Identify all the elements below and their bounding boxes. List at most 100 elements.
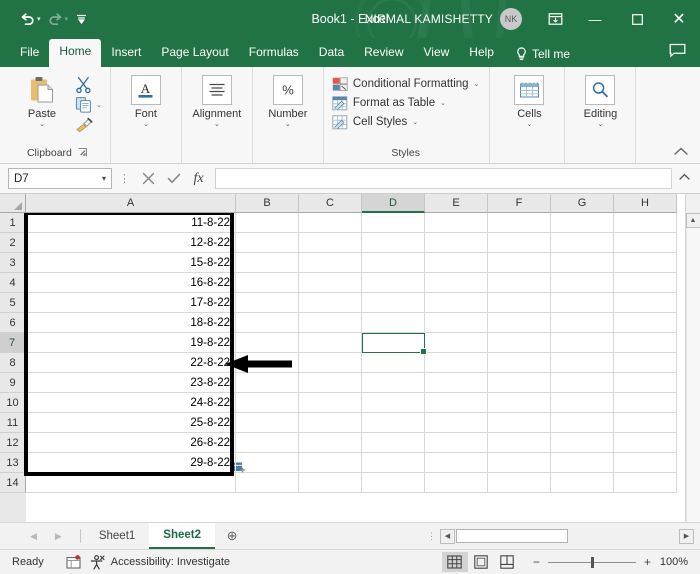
cell-e3[interactable]	[425, 253, 488, 273]
cell-g9[interactable]	[551, 373, 614, 393]
conditional-formatting-caret-icon[interactable]: ⌄	[474, 80, 480, 88]
cell-e12[interactable]	[425, 433, 488, 453]
cell-f4[interactable]	[488, 273, 551, 293]
cut-button[interactable]	[74, 75, 93, 94]
paste-caret-icon[interactable]: ⌄	[39, 121, 45, 128]
enter-formula-button[interactable]	[161, 168, 186, 190]
number-caret-icon[interactable]: ⌄	[285, 121, 291, 128]
cell-h8[interactable]	[614, 353, 677, 373]
alignment-group-button[interactable]: Alignment ⌄	[188, 71, 246, 128]
cell-c3[interactable]	[299, 253, 362, 273]
row-header[interactable]: 5	[0, 293, 26, 313]
cell-c12[interactable]	[299, 433, 362, 453]
cancel-formula-button[interactable]	[136, 168, 161, 190]
row-header-selected[interactable]: 7	[0, 333, 26, 353]
copy-caret-icon[interactable]: ⌄	[96, 101, 102, 109]
cell-e4[interactable]	[425, 273, 488, 293]
cell-c4[interactable]	[299, 273, 362, 293]
cell-e2[interactable]	[425, 233, 488, 253]
editing-group-button[interactable]: Editing ⌄	[571, 71, 629, 128]
normal-view-button[interactable]	[441, 552, 468, 572]
cell-e1[interactable]	[425, 213, 488, 233]
cell-g14[interactable]	[551, 473, 614, 493]
row-header[interactable]: 14	[0, 473, 26, 493]
row-header[interactable]: 6	[0, 313, 26, 333]
cell-f11[interactable]	[488, 413, 551, 433]
name-box[interactable]: D7 ▾	[8, 168, 112, 189]
ribbon-display-options-button[interactable]	[536, 0, 574, 38]
cell-b14[interactable]	[236, 473, 299, 493]
cell-g4[interactable]	[551, 273, 614, 293]
cell-c10[interactable]	[299, 393, 362, 413]
cell-h4[interactable]	[614, 273, 677, 293]
row-header[interactable]: 12	[0, 433, 26, 453]
cell-f14[interactable]	[488, 473, 551, 493]
row-header[interactable]: 2	[0, 233, 26, 253]
tell-me-button[interactable]: Tell me	[504, 42, 578, 67]
cell-d14[interactable]	[362, 473, 425, 493]
cell-d8[interactable]	[362, 353, 425, 373]
cell-a14[interactable]	[26, 473, 236, 493]
cell-c5[interactable]	[299, 293, 362, 313]
cell-c11[interactable]	[299, 413, 362, 433]
cell-a3[interactable]: 15-8-22	[26, 253, 236, 273]
cell-a12[interactable]: 26-8-22	[26, 433, 236, 453]
insert-function-button[interactable]: fx	[186, 168, 211, 190]
horizontal-scroll-thumb[interactable]	[456, 529, 568, 543]
cell-f3[interactable]	[488, 253, 551, 273]
cell-g3[interactable]	[551, 253, 614, 273]
cell-f2[interactable]	[488, 233, 551, 253]
cell-styles-button[interactable]: Cell Styles ⌄	[332, 114, 480, 130]
cell-d4[interactable]	[362, 273, 425, 293]
page-layout-view-button[interactable]	[468, 552, 494, 572]
cell-a7[interactable]: 19-8-22	[26, 333, 236, 353]
cell-a1[interactable]: 11-8-22	[26, 213, 236, 233]
vertical-scroll-track[interactable]	[685, 228, 700, 522]
cell-g10[interactable]	[551, 393, 614, 413]
cell-b5[interactable]	[236, 293, 299, 313]
tab-page-layout[interactable]: Page Layout	[151, 40, 238, 67]
row-header[interactable]: 8	[0, 353, 26, 373]
row-header[interactable]: 3	[0, 253, 26, 273]
paste-button[interactable]: Paste ⌄	[12, 71, 72, 128]
tab-insert[interactable]: Insert	[101, 40, 151, 67]
minimize-button[interactable]: —	[574, 0, 616, 38]
cell-a4[interactable]: 16-8-22	[26, 273, 236, 293]
cell-a2[interactable]: 12-8-22	[26, 233, 236, 253]
zoom-out-button[interactable]: −	[532, 555, 541, 569]
cell-c9[interactable]	[299, 373, 362, 393]
cell-h12[interactable]	[614, 433, 677, 453]
redo-button[interactable]: ▾	[46, 10, 71, 29]
tab-data[interactable]: Data	[309, 40, 354, 67]
cell-f13[interactable]	[488, 453, 551, 473]
new-sheet-button[interactable]: ⊕	[215, 523, 249, 549]
cell-d11[interactable]	[362, 413, 425, 433]
cell-d1[interactable]	[362, 213, 425, 233]
alignment-caret-icon[interactable]: ⌄	[214, 121, 220, 128]
cell-c7[interactable]	[299, 333, 362, 353]
cell-e9[interactable]	[425, 373, 488, 393]
column-header-a[interactable]: A	[26, 194, 236, 213]
cell-c13[interactable]	[299, 453, 362, 473]
zoom-slider[interactable]	[547, 556, 636, 568]
account-name[interactable]: NIRMAL KAMISHETTY	[365, 12, 493, 26]
cell-b3[interactable]	[236, 253, 299, 273]
cells-caret-icon[interactable]: ⌄	[527, 121, 533, 128]
cell-f7[interactable]	[488, 333, 551, 353]
column-header-h[interactable]: H	[614, 194, 677, 213]
cell-a13[interactable]: 29-8-22	[26, 453, 236, 473]
tab-review[interactable]: Review	[354, 40, 413, 67]
comments-button[interactable]	[669, 43, 686, 67]
cell-b1[interactable]	[236, 213, 299, 233]
cell-b6[interactable]	[236, 313, 299, 333]
cell-c1[interactable]	[299, 213, 362, 233]
cell-h14[interactable]	[614, 473, 677, 493]
column-header-g[interactable]: G	[551, 194, 614, 213]
cell-e10[interactable]	[425, 393, 488, 413]
row-header[interactable]: 11	[0, 413, 26, 433]
select-all-corner[interactable]	[0, 194, 26, 213]
cell-e13[interactable]	[425, 453, 488, 473]
format-as-table-button[interactable]: Format as Table ⌄	[332, 95, 480, 111]
avatar[interactable]: NK	[500, 8, 522, 30]
cell-d9[interactable]	[362, 373, 425, 393]
